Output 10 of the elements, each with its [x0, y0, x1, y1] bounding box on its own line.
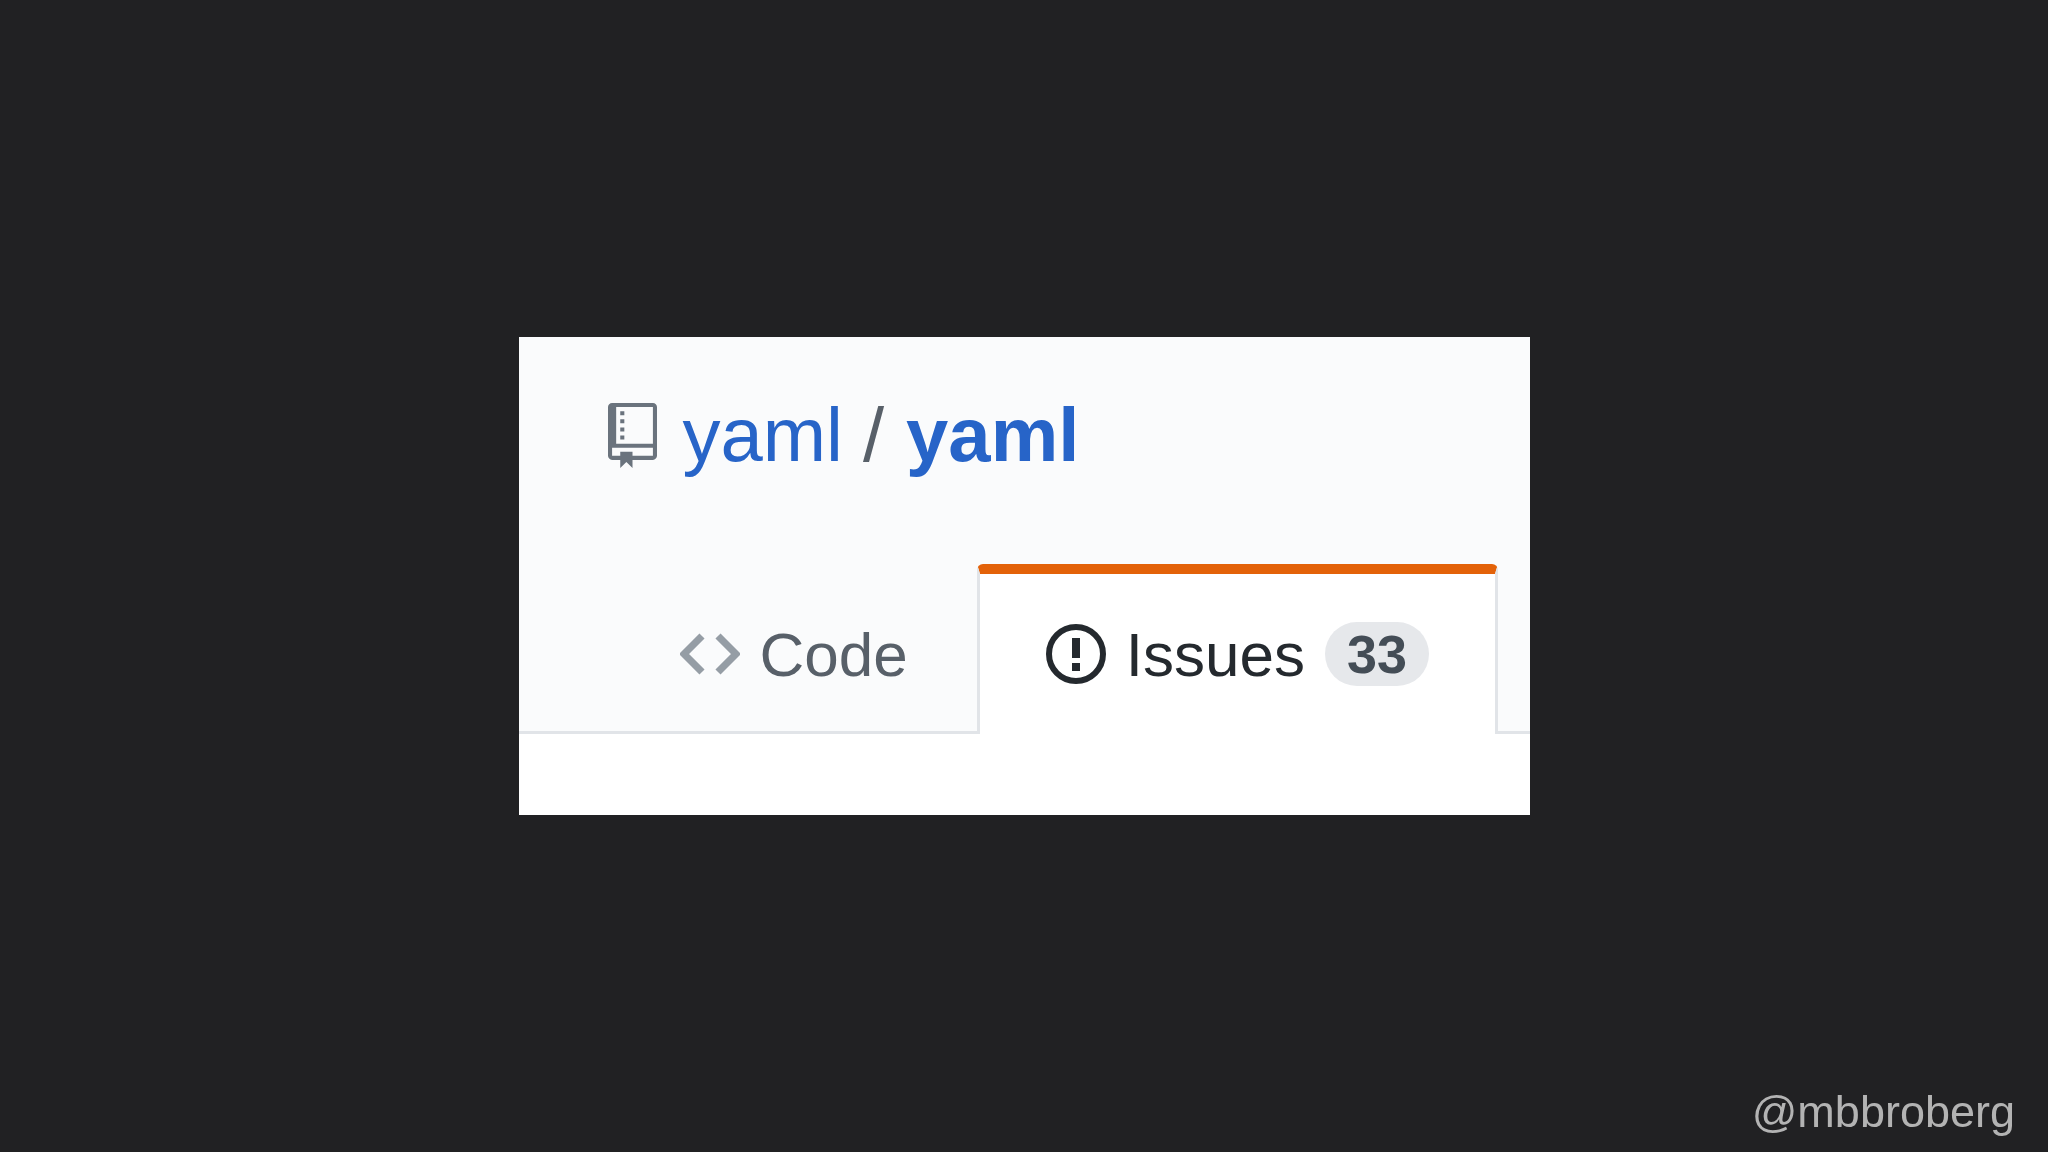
- path-separator: /: [862, 393, 885, 477]
- issue-counter: 33: [1324, 622, 1429, 686]
- book-icon: [607, 402, 657, 468]
- nav-tab[interactable]: Issues 33: [976, 564, 1498, 734]
- exclamation-circle-icon: [1045, 624, 1106, 684]
- repo-name-link[interactable]: yaml: [906, 393, 1080, 477]
- code-brackets-icon: [679, 632, 740, 676]
- author-handle: @mbbroberg: [1751, 1086, 2015, 1136]
- repo-owner-link[interactable]: yaml: [682, 393, 843, 477]
- nav-tab[interactable]: Code: [610, 564, 977, 734]
